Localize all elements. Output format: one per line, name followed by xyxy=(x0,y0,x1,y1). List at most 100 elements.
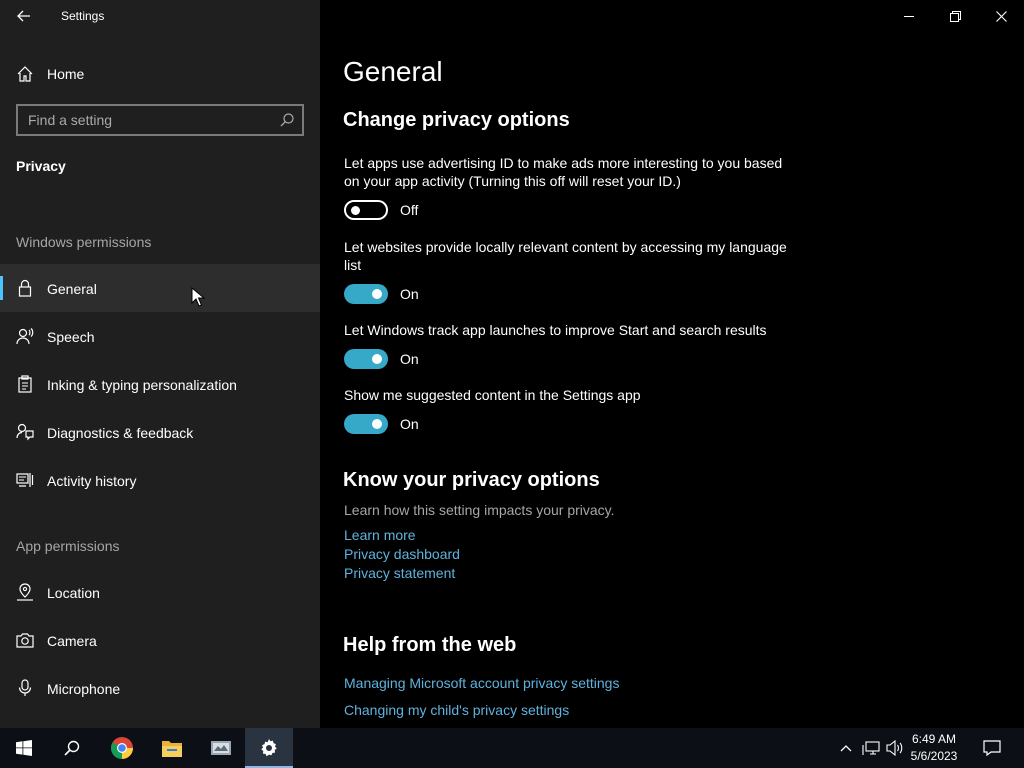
microphone-icon xyxy=(18,679,32,696)
sidebar-item-microphone[interactable]: Microphone xyxy=(0,664,320,712)
sidebar: Settings Home Find a setting Privacy Win… xyxy=(0,0,320,728)
main-content: General Change privacy options Let apps … xyxy=(320,0,1024,728)
app-launches-toggle-row: On xyxy=(344,349,419,369)
search-icon[interactable] xyxy=(280,113,294,127)
toggle-state-label: On xyxy=(400,416,419,432)
volume-tray-button[interactable] xyxy=(884,728,906,768)
file-explorer-taskbar-button[interactable] xyxy=(148,728,196,768)
selection-indicator xyxy=(0,276,3,300)
sidebar-item-label: Diagnostics & feedback xyxy=(47,425,194,441)
notification-icon xyxy=(983,740,1001,756)
title-bar: Settings xyxy=(0,0,320,32)
sidebar-item-activity-history[interactable]: Activity history xyxy=(0,456,320,504)
start-button[interactable] xyxy=(0,728,48,768)
change-privacy-heading: Change privacy options xyxy=(343,109,570,131)
volume-icon xyxy=(886,740,903,756)
back-arrow-icon xyxy=(17,10,30,22)
show-hidden-icons-button[interactable] xyxy=(836,728,856,768)
taskbar-search-button[interactable] xyxy=(48,728,96,768)
sidebar-item-label: Inking & typing personalization xyxy=(47,377,237,393)
page-title: General xyxy=(343,56,443,87)
sidebar-item-location[interactable]: Location xyxy=(0,568,320,616)
sidebar-item-label: Home xyxy=(47,66,85,82)
sidebar-item-label: Speech xyxy=(47,329,95,345)
clock-time: 6:49 AM xyxy=(911,732,957,746)
restore-button[interactable] xyxy=(932,0,978,32)
know-privacy-description: Learn how this setting impacts your priv… xyxy=(344,502,615,518)
sidebar-item-general[interactable]: General xyxy=(0,264,320,312)
advertising-id-toggle-row: Off xyxy=(344,200,418,220)
mouse-cursor-icon xyxy=(191,287,205,307)
setting-description: Let websites provide locally relevant co… xyxy=(344,239,787,273)
activity-icon xyxy=(16,473,34,487)
setting-description: Let Windows track app launches to improv… xyxy=(344,322,767,338)
windows-permissions-label: Windows permissions xyxy=(16,234,152,250)
search-input[interactable]: Find a setting xyxy=(16,104,304,136)
sidebar-item-label: General xyxy=(47,281,97,297)
app-icon xyxy=(211,741,231,755)
search-icon xyxy=(64,740,80,756)
suggested-content-toggle-row: On xyxy=(344,414,419,434)
sidebar-item-camera[interactable]: Camera xyxy=(0,616,320,664)
sidebar-item-label: Activity history xyxy=(47,473,137,489)
sidebar-item-diagnostics[interactable]: Diagnostics & feedback xyxy=(0,408,320,456)
app-launches-toggle[interactable] xyxy=(344,349,388,369)
app-title: Settings xyxy=(61,9,105,23)
minimize-button[interactable] xyxy=(886,0,932,32)
close-button[interactable] xyxy=(978,0,1024,32)
action-center-button[interactable] xyxy=(974,728,1010,768)
windows-start-icon xyxy=(16,740,32,756)
language-list-toggle[interactable] xyxy=(344,284,388,304)
window-controls xyxy=(886,0,1024,32)
lock-icon xyxy=(18,279,32,297)
settings-gear-icon xyxy=(261,739,277,757)
network-tray-button[interactable] xyxy=(860,728,882,768)
toggle-knob xyxy=(372,419,382,429)
minimize-icon xyxy=(903,15,914,17)
taskbar-clock[interactable]: 6:49 AM 5/6/2023 xyxy=(904,731,964,765)
chevron-up-icon xyxy=(840,745,852,752)
home-icon xyxy=(17,66,33,82)
app-permissions-label: App permissions xyxy=(16,538,120,554)
close-icon xyxy=(995,10,1007,22)
clock-date: 5/6/2023 xyxy=(910,749,958,763)
managing-account-privacy-link[interactable]: Managing Microsoft account privacy setti… xyxy=(344,675,619,691)
sidebar-item-label: Camera xyxy=(47,633,97,649)
sidebar-item-home[interactable]: Home xyxy=(0,56,320,90)
settings-taskbar-button[interactable] xyxy=(245,728,293,768)
suggested-content-toggle[interactable] xyxy=(344,414,388,434)
advertising-id-toggle[interactable] xyxy=(344,200,388,220)
privacy-statement-link[interactable]: Privacy statement xyxy=(344,565,455,581)
help-heading: Help from the web xyxy=(343,634,517,656)
taskbar: 6:49 AM 5/6/2023 xyxy=(0,728,1024,768)
back-button[interactable] xyxy=(10,4,38,28)
speech-icon xyxy=(16,328,34,345)
toggle-state-label: On xyxy=(400,351,419,367)
app-taskbar-button[interactable] xyxy=(197,728,245,768)
toggle-state-label: On xyxy=(400,286,419,302)
learn-more-link[interactable]: Learn more xyxy=(344,527,416,543)
setting-description: Let apps use advertising ID to make ads … xyxy=(344,155,783,189)
setting-description: Show me suggested content in the Setting… xyxy=(344,387,641,403)
toggle-knob xyxy=(372,354,382,364)
chrome-icon xyxy=(111,737,133,759)
category-heading: Privacy xyxy=(16,158,66,174)
toggle-knob xyxy=(351,206,360,215)
sidebar-item-speech[interactable]: Speech xyxy=(0,312,320,360)
clipboard-icon xyxy=(18,375,32,393)
privacy-dashboard-link[interactable]: Privacy dashboard xyxy=(344,546,460,562)
sidebar-item-label: Location xyxy=(47,585,100,601)
child-privacy-link[interactable]: Changing my child's privacy settings xyxy=(344,702,569,718)
toggle-knob xyxy=(372,289,382,299)
know-privacy-heading: Know your privacy options xyxy=(343,469,600,491)
feedback-icon xyxy=(16,423,34,441)
restore-icon xyxy=(949,10,961,22)
network-icon xyxy=(862,741,880,755)
location-icon xyxy=(17,583,33,601)
toggle-state-label: Off xyxy=(400,202,419,218)
sidebar-item-inking-typing[interactable]: Inking & typing personalization xyxy=(0,360,320,408)
sidebar-item-label: Microphone xyxy=(47,681,121,697)
file-explorer-icon xyxy=(162,741,182,757)
camera-icon xyxy=(16,633,34,648)
chrome-taskbar-button[interactable] xyxy=(98,728,146,768)
